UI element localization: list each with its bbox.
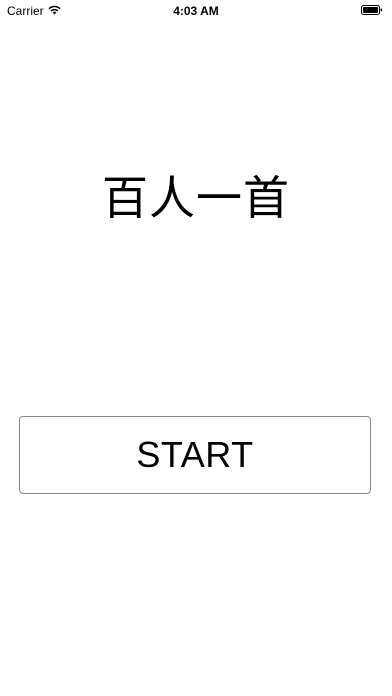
status-bar: Carrier 4:03 AM <box>0 0 392 22</box>
start-button-label: START <box>136 434 254 475</box>
app-title: 百人一首 <box>102 171 290 225</box>
clock-time: 4:03 AM <box>173 4 219 18</box>
start-button[interactable]: START <box>19 416 371 494</box>
battery-icon <box>361 5 382 15</box>
